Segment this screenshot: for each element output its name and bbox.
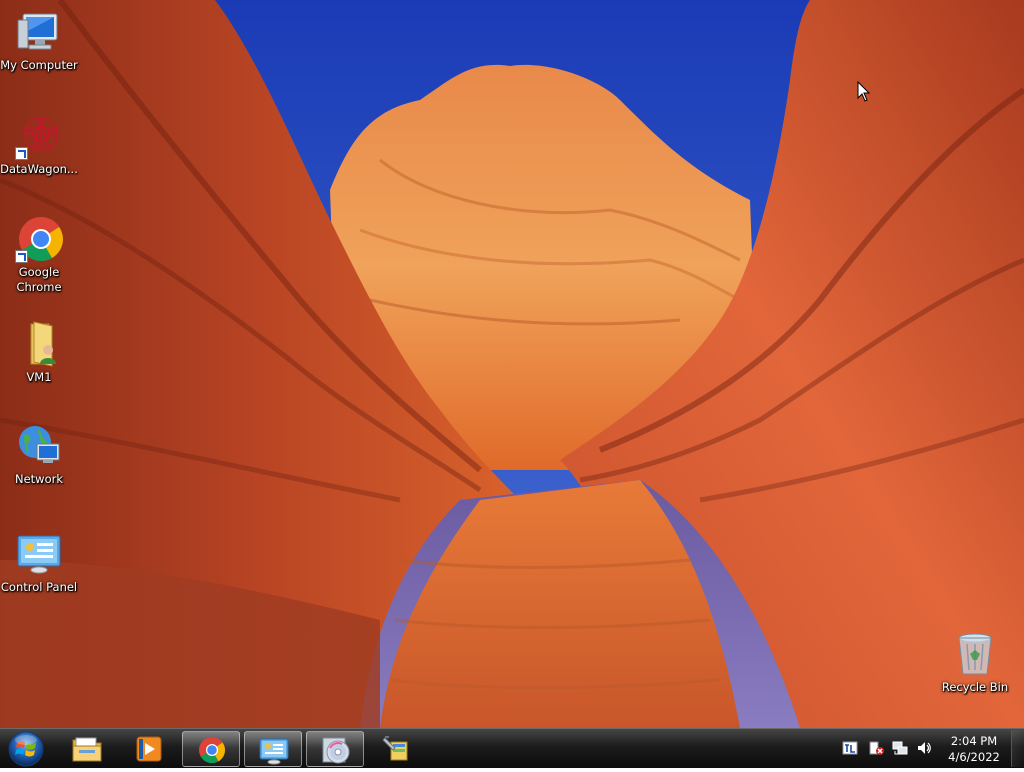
- network-icon[interactable]: [892, 740, 908, 756]
- my-computer-desktop-icon[interactable]: My Computer: [0, 8, 78, 73]
- taskbar-clock[interactable]: 2:04 PM 4/6/2022: [940, 733, 1008, 765]
- system-tray: [838, 729, 938, 769]
- windows-logo-icon: [8, 731, 44, 767]
- computer-icon: [15, 8, 63, 56]
- taskbar-file-explorer-button[interactable]: [58, 731, 116, 767]
- datawagon-label: DataWagon...: [0, 162, 78, 176]
- vm1-label: VM1: [26, 370, 52, 384]
- taskbar-media-player-button[interactable]: [120, 731, 178, 767]
- google-chrome-label: Google Chrome: [16, 265, 62, 294]
- media-player-icon: [136, 736, 162, 762]
- setup-tool-icon: [382, 736, 408, 761]
- taskbar-chrome-button[interactable]: [182, 731, 240, 767]
- shortcut-arrow-icon: [15, 250, 28, 263]
- taskbar: 2:04 PM 4/6/2022: [0, 728, 1024, 768]
- show-desktop-button[interactable]: [1011, 730, 1024, 767]
- file-explorer-icon: [72, 737, 102, 762]
- start-button[interactable]: [6, 730, 46, 767]
- network-globe-icon: [15, 422, 63, 470]
- my-computer-label: My Computer: [0, 58, 78, 72]
- chrome-icon: [15, 215, 63, 263]
- language-bar-icon[interactable]: [842, 740, 858, 756]
- taskbar-disc-burner-button[interactable]: [306, 731, 364, 767]
- taskbar-setup-tool-button[interactable]: [368, 731, 426, 767]
- clock-date: 4/6/2022: [948, 750, 1000, 764]
- action-center-icon[interactable]: [868, 740, 884, 756]
- network-label: Network: [14, 472, 64, 486]
- control-panel-icon: [15, 530, 63, 578]
- network-desktop-icon[interactable]: Network: [0, 422, 78, 487]
- volume-icon[interactable]: [916, 740, 932, 756]
- control-panel-icon: [259, 738, 289, 765]
- desktop-wallpaper: [0, 0, 1024, 728]
- clock-time: 2:04 PM: [950, 734, 998, 748]
- shortcut-arrow-icon: [15, 147, 28, 160]
- recycle-bin-label: Recycle Bin: [941, 680, 1009, 694]
- datawagon-desktop-icon[interactable]: DataWagon...: [0, 112, 78, 177]
- disc-burner-icon: [322, 737, 350, 764]
- chrome-icon: [199, 737, 226, 764]
- user-folder-icon: [15, 320, 63, 368]
- mouse-cursor-icon: [857, 80, 871, 107]
- taskbar-control-panel-button[interactable]: [244, 731, 302, 767]
- vm1-desktop-icon[interactable]: VM1: [0, 320, 78, 385]
- google-chrome-desktop-icon[interactable]: Google Chrome: [0, 215, 78, 295]
- datawagon-icon: [15, 112, 63, 160]
- control-panel-desktop-icon[interactable]: Control Panel: [0, 530, 78, 595]
- recycle-bin-icon: [951, 630, 999, 678]
- recycle-bin-desktop-icon[interactable]: Recycle Bin: [936, 630, 1014, 695]
- control-panel-label: Control Panel: [0, 580, 78, 594]
